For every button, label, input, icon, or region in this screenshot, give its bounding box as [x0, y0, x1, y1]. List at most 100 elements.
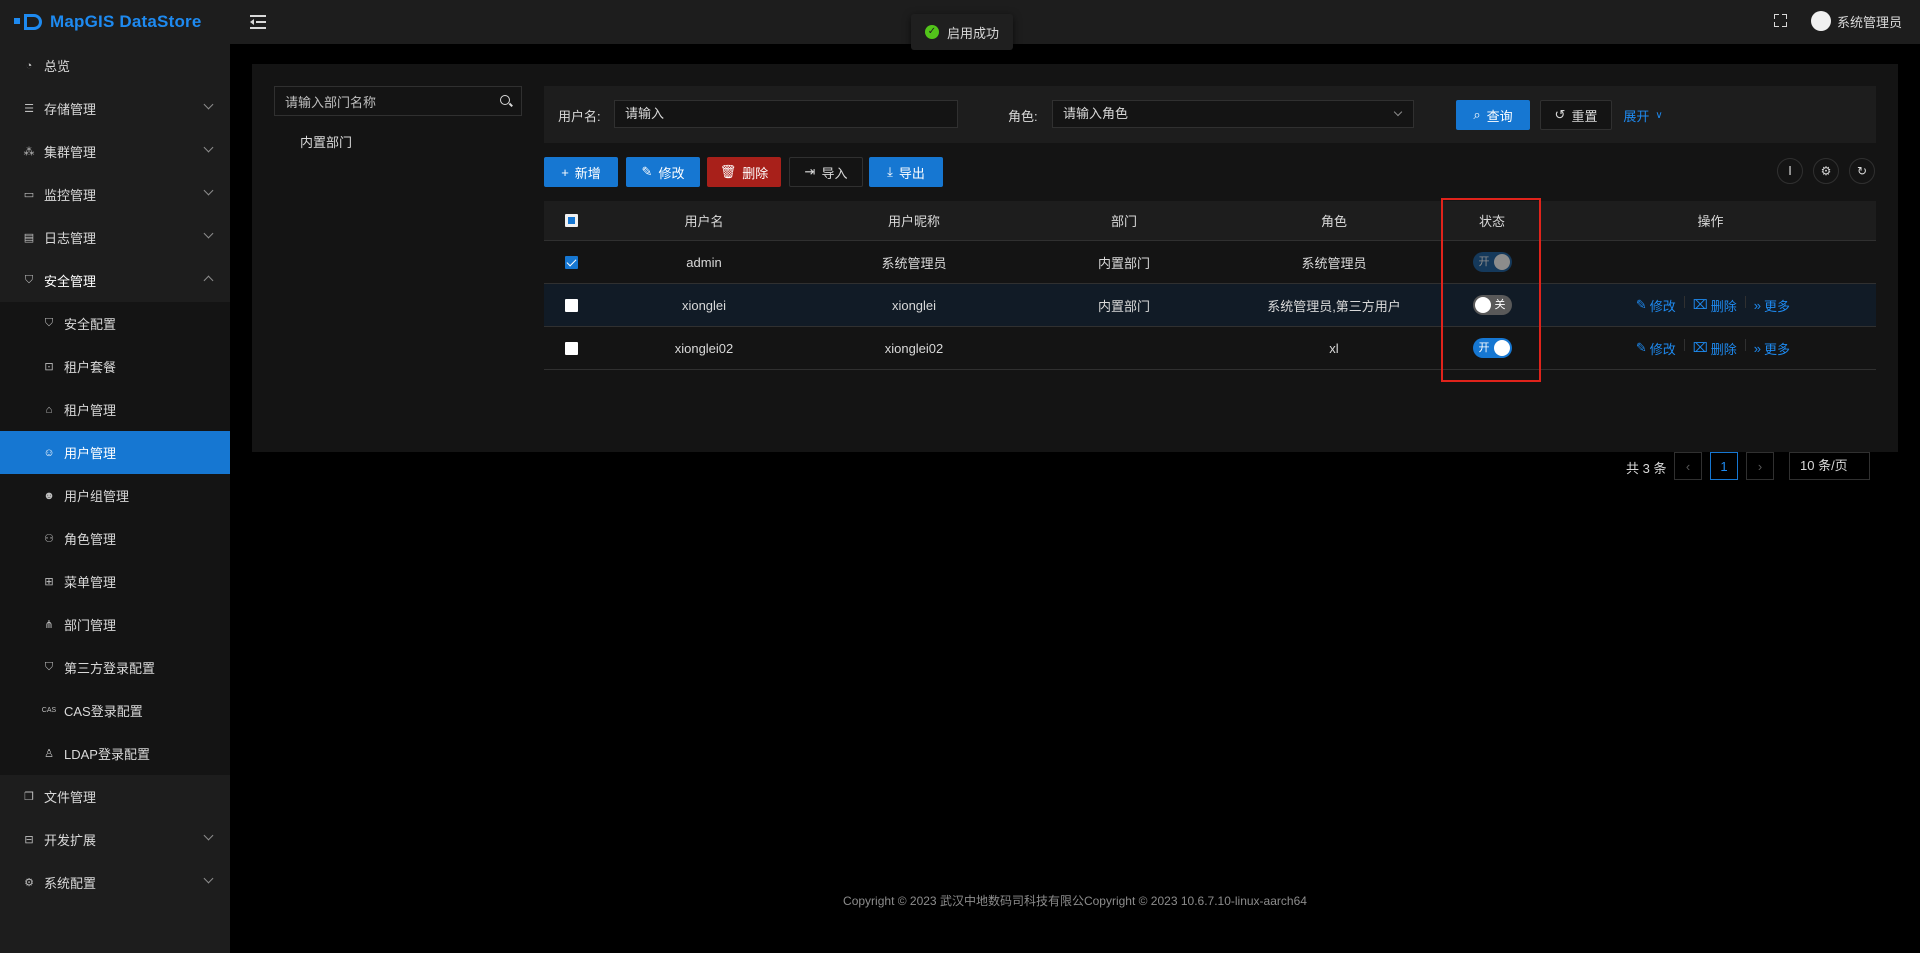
row-more-link[interactable]: » 更多 [1754, 339, 1790, 358]
sidebar-item-cas-login[interactable]: CAS CAS登录配置 [0, 689, 230, 732]
shield-icon: ⛉ [44, 661, 54, 673]
sidebar-item-label: 总览 [44, 59, 71, 74]
select-all-checkbox[interactable] [565, 214, 578, 227]
sidebar-item-third-party-login[interactable]: ⛉ 第三方登录配置 [0, 646, 230, 689]
username-input[interactable]: 请输入 [614, 100, 958, 128]
shield-check-icon: ⛉ [44, 317, 54, 329]
row-checkbox[interactable] [565, 255, 578, 269]
row-edit-label: 修改 [1649, 341, 1676, 357]
role-cell: xl [1329, 340, 1339, 356]
row-checkbox[interactable] [565, 298, 578, 312]
sidebar-item-label: 用户管理 [64, 446, 117, 461]
role-select[interactable]: 请输入角色 [1052, 100, 1414, 128]
sidebar-item-log[interactable]: ▤ 日志管理 [0, 216, 230, 259]
trash-icon: ⌧ [1692, 297, 1708, 312]
sidebar-item-label: CAS登录配置 [64, 704, 143, 719]
sidebar-item-overview[interactable]: ◔ 总览 [0, 44, 230, 87]
sidebar-item-monitor[interactable]: ▭ 监控管理 [0, 173, 230, 216]
import-icon: ⇥ [804, 164, 816, 179]
org-chart-icon: ⋔ [44, 619, 54, 631]
search-button[interactable]: ⌕ 查询 [1456, 100, 1530, 130]
row-delete-link[interactable]: ⌧ 删除 [1693, 339, 1737, 358]
import-button[interactable]: ⇥ 导入 [789, 157, 863, 187]
sidebar-item-roles[interactable]: ⚇ 角色管理 [0, 517, 230, 560]
page-size-select[interactable]: 10 条/页 [1789, 452, 1870, 480]
sidebar-item-label: 系统配置 [44, 876, 97, 891]
search-button-label: 查询 [1486, 108, 1513, 124]
search-icon: ⌕ [1473, 107, 1481, 122]
expand-link-label: 展开 [1623, 108, 1650, 124]
row-checkbox[interactable] [565, 341, 578, 355]
sidebar-item-label: 安全配置 [64, 317, 117, 332]
table-row[interactable]: xionglei xionglei 内置部门 系统管理员,第三方用户 关 ✎ 修改… [544, 284, 1876, 327]
sidebar-item-label: 日志管理 [44, 231, 97, 246]
refresh-icon[interactable]: ↻ [1849, 158, 1875, 184]
sidebar-item-label: LDAP登录配置 [64, 747, 150, 762]
dept-tree-node[interactable]: 内置部门 [300, 132, 352, 151]
row-edit-link[interactable]: ✎ 修改 [1636, 339, 1676, 358]
edit-button[interactable]: ✎ 修改 [626, 157, 700, 187]
row-delete-link[interactable]: ⌧ 删除 [1693, 296, 1737, 315]
plus-icon: + [561, 164, 569, 180]
row-select-cell [544, 298, 599, 312]
sidebar-item-label: 第三方登录配置 [64, 661, 156, 676]
sidebar-item-tenant[interactable]: ⌂ 租户管理 [0, 388, 230, 431]
row-more-link[interactable]: » 更多 [1754, 296, 1790, 315]
username-cell: xionglei [681, 297, 727, 313]
user-table: 用户名 用户昵称 部门 角色 状态 操作 admin 系统管理员 内置部门 系统… [544, 201, 1876, 370]
chevron-down-icon [203, 142, 214, 153]
briefcase-icon: ⊟ [24, 834, 34, 846]
edit-icon: ✎ [641, 164, 653, 179]
delete-button[interactable]: 🗑 删除 [707, 157, 781, 187]
download-icon: ⤓ [887, 164, 893, 179]
chevron-down-icon [203, 830, 214, 841]
fullscreen-icon[interactable] [1774, 14, 1787, 27]
next-page-button[interactable]: › [1746, 452, 1774, 480]
sidebar-item-dev-extension[interactable]: ⊟ 开发扩展 [0, 818, 230, 861]
sidebar-item-ldap-login[interactable]: ♙ LDAP登录配置 [0, 732, 230, 775]
grid-icon: ⊞ [44, 576, 54, 588]
sidebar-item-departments[interactable]: ⋔ 部门管理 [0, 603, 230, 646]
row-more-label: 更多 [1763, 298, 1790, 314]
avatar [1811, 11, 1831, 31]
sidebar-item-label: 存储管理 [44, 102, 97, 117]
sidebar-item-label: 租户套餐 [64, 360, 117, 375]
reset-button[interactable]: ↺ 重置 [1540, 100, 1612, 130]
app-logo[interactable]: MapGIS DataStore [0, 0, 230, 44]
table-row[interactable]: admin 系统管理员 内置部门 系统管理员 开 [544, 241, 1876, 284]
table-row[interactable]: xionglei02 xionglei02 xl 开 ✎ 修改 ⌧ 删除 » 更多 [544, 327, 1876, 370]
sidebar-item-files[interactable]: ❐ 文件管理 [0, 775, 230, 818]
add-button[interactable]: + 新增 [544, 157, 618, 187]
settings-icon[interactable]: ⚙ [1813, 158, 1839, 184]
column-height-icon[interactable]: Ⅰ [1777, 158, 1803, 184]
export-button[interactable]: ⤓ 导出 [869, 157, 943, 187]
dashboard-icon: ◔ [25, 59, 33, 72]
nickname-cell: xionglei02 [884, 340, 944, 356]
sidebar-item-storage[interactable]: ☰ 存储管理 [0, 87, 230, 130]
sidebar-item-users[interactable]: ☺ 用户管理 [0, 431, 230, 474]
sidebar-item-system-config[interactable]: ⚙ 系统配置 [0, 861, 230, 904]
menu-collapse-icon[interactable] [250, 14, 268, 30]
dept-search-input[interactable]: 请输入部门名称 [274, 86, 522, 116]
page-number-button[interactable]: 1 [1710, 452, 1738, 480]
gear-icon: ⚙ [24, 877, 34, 889]
user-menu[interactable]: 系统管理员 [1811, 11, 1902, 31]
ldap-icon: ♙ [44, 748, 54, 760]
sidebar-item-security[interactable]: ⛉ 安全管理 [0, 259, 230, 302]
col-dept: 部门 [1110, 214, 1137, 229]
dept-cell: 内置部门 [1097, 255, 1150, 271]
row-edit-link[interactable]: ✎ 修改 [1636, 296, 1676, 315]
search-icon[interactable] [500, 95, 510, 105]
sidebar-item-tenant-package[interactable]: ⊡ 租户套餐 [0, 345, 230, 388]
expand-link[interactable]: 展开 ∨ [1618, 100, 1668, 130]
sidebar-item-menus[interactable]: ⊞ 菜单管理 [0, 560, 230, 603]
footer-copyright: Copyright © 2023 武汉中地数码司科技有限公Copyright ©… [843, 894, 1307, 908]
prev-page-button[interactable]: ‹ [1674, 452, 1702, 480]
sidebar-item-label: 文件管理 [44, 790, 97, 805]
sidebar: MapGIS DataStore ◔ 总览 ☰ 存储管理 ⁂ 集群管理 ▭ 监控… [0, 0, 230, 953]
sidebar-item-cluster[interactable]: ⁂ 集群管理 [0, 130, 230, 173]
sidebar-item-security-config[interactable]: ⛉ 安全配置 [0, 302, 230, 345]
sidebar-item-user-groups[interactable]: ☻ 用户组管理 [0, 474, 230, 517]
monitor-icon: ▭ [23, 189, 35, 201]
double-right-icon: » [1753, 297, 1761, 313]
